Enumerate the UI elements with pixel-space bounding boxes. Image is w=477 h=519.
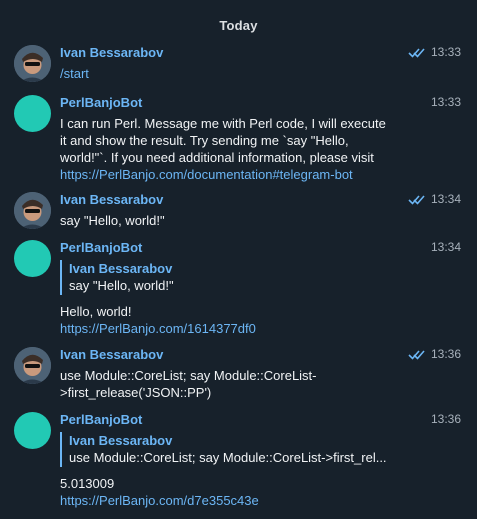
quote-text: say "Hello, world!" bbox=[69, 278, 174, 293]
message-text-line: use Module::CoreList; say Module::CoreLi… bbox=[60, 368, 317, 383]
sender-name[interactable]: PerlBanjoBot bbox=[60, 95, 142, 110]
message-time: 13:36 bbox=[430, 347, 461, 361]
message-time: 13:34 bbox=[430, 192, 461, 206]
message-time: 13:33 bbox=[430, 45, 461, 59]
message-item[interactable]: Ivan Bessarabov 13:36 use Module::CoreLi… bbox=[0, 347, 477, 402]
avatar[interactable] bbox=[14, 412, 51, 449]
message-text-line: Hello, world! bbox=[60, 304, 132, 319]
avatar[interactable] bbox=[14, 45, 51, 82]
double-check-icon bbox=[408, 47, 425, 58]
double-check-icon bbox=[408, 194, 425, 205]
message-text-line: >first_release('JSON::PP') bbox=[60, 385, 212, 400]
message-item[interactable]: Ivan Bessarabov 13:33 /start bbox=[0, 45, 477, 85]
message-time: 13:33 bbox=[430, 95, 461, 109]
sender-name[interactable]: PerlBanjoBot bbox=[60, 240, 142, 255]
result-link[interactable]: https://PerlBanjo.com/1614377df0 bbox=[60, 320, 405, 337]
quote-sender: Ivan Bessarabov bbox=[69, 433, 173, 448]
message-text-line: 5.013009 bbox=[60, 476, 115, 491]
avatar[interactable] bbox=[14, 240, 51, 277]
sender-name[interactable]: Ivan Bessarabov bbox=[60, 45, 163, 60]
result-link[interactable]: https://PerlBanjo.com/d7e355c43e bbox=[60, 492, 405, 509]
message-text-line: I can run Perl. Message me with Perl cod… bbox=[60, 116, 386, 131]
message-item[interactable]: Ivan Bessarabov 13:34 say "Hello, world!… bbox=[0, 192, 477, 232]
sender-name[interactable]: Ivan Bessarabov bbox=[60, 347, 163, 362]
avatar[interactable] bbox=[14, 192, 51, 229]
message-time: 13:36 bbox=[430, 412, 461, 426]
date-separator: Today bbox=[219, 18, 258, 33]
quote-sender: Ivan Bessarabov bbox=[69, 261, 173, 276]
message-item[interactable]: PerlBanjoBot 13:33 I can run Perl. Messa… bbox=[0, 95, 477, 183]
documentation-link[interactable]: https://PerlBanjo.com/documentation#tele… bbox=[60, 166, 405, 183]
reply-quote[interactable]: Ivan Bessarabov say "Hello, world!" bbox=[60, 260, 405, 295]
message-text-line: it and show the result. Try sending me `… bbox=[60, 133, 349, 148]
message-text-line: world!"`. If you need additional informa… bbox=[60, 150, 374, 165]
command-link[interactable]: /start bbox=[60, 65, 405, 82]
double-check-icon bbox=[408, 349, 425, 360]
reply-quote[interactable]: Ivan Bessarabov use Module::CoreList; sa… bbox=[60, 432, 405, 467]
sender-name[interactable]: PerlBanjoBot bbox=[60, 412, 142, 427]
quote-text: use Module::CoreList; say Module::CoreLi… bbox=[69, 450, 387, 465]
message-time: 13:34 bbox=[430, 240, 461, 254]
message-text-line: say "Hello, world!" bbox=[60, 213, 165, 228]
avatar[interactable] bbox=[14, 347, 51, 384]
sender-name[interactable]: Ivan Bessarabov bbox=[60, 192, 163, 207]
message-item[interactable]: PerlBanjoBot 13:34 Ivan Bessarabov say "… bbox=[0, 240, 477, 337]
avatar[interactable] bbox=[14, 95, 51, 132]
message-item[interactable]: PerlBanjoBot 13:36 Ivan Bessarabov use M… bbox=[0, 412, 477, 509]
